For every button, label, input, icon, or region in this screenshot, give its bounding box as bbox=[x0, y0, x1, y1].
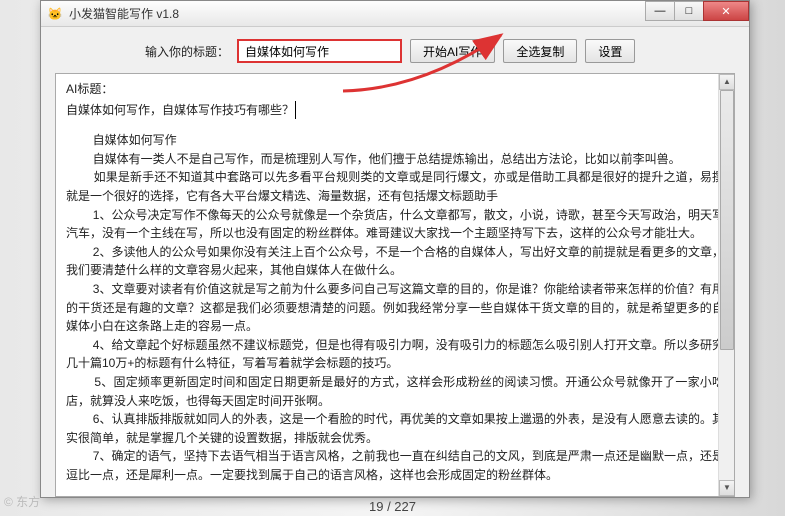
scroll-thumb[interactable] bbox=[720, 90, 734, 350]
app-icon: 🐱 bbox=[47, 6, 63, 22]
close-button[interactable]: ✕ bbox=[703, 1, 749, 21]
titlebar[interactable]: 🐱 小发猫智能写作 v1.8 — □ ✕ bbox=[41, 1, 749, 27]
scroll-up-icon[interactable]: ▲ bbox=[719, 74, 735, 90]
window-title: 小发猫智能写作 v1.8 bbox=[69, 5, 179, 22]
start-ai-button[interactable]: 开始AI写作 bbox=[410, 39, 495, 63]
ai-subtitle: 自媒体如何写作，自媒体写作技巧有哪些？ bbox=[66, 101, 296, 120]
maximize-button[interactable]: □ bbox=[674, 1, 704, 21]
page-counter: 19 / 227 bbox=[0, 497, 785, 516]
window-controls: — □ ✕ bbox=[646, 1, 749, 21]
scroll-down-icon[interactable]: ▼ bbox=[719, 480, 735, 496]
select-copy-button[interactable]: 全选复制 bbox=[503, 39, 577, 63]
ai-heading: AI标题： bbox=[66, 80, 724, 99]
app-window: 🐱 小发猫智能写作 v1.8 — □ ✕ 输入你的标题： 开始AI写作 全选复制… bbox=[40, 0, 750, 498]
output-textarea[interactable]: AI标题： 自媒体如何写作，自媒体写作技巧有哪些？ 自媒体如何写作 自媒体有一类… bbox=[55, 73, 735, 497]
input-row: 输入你的标题： 开始AI写作 全选复制 设置 bbox=[41, 27, 749, 73]
title-label: 输入你的标题： bbox=[145, 43, 229, 60]
scrollbar[interactable]: ▲ ▼ bbox=[718, 74, 734, 496]
title-input[interactable] bbox=[237, 39, 402, 63]
settings-button[interactable]: 设置 bbox=[585, 39, 635, 63]
generated-body: 自媒体如何写作 自媒体有一类人不是自己写作，而是梳理别人写作，他们擅于总结提炼输… bbox=[66, 131, 724, 484]
minimize-button[interactable]: — bbox=[645, 1, 675, 21]
